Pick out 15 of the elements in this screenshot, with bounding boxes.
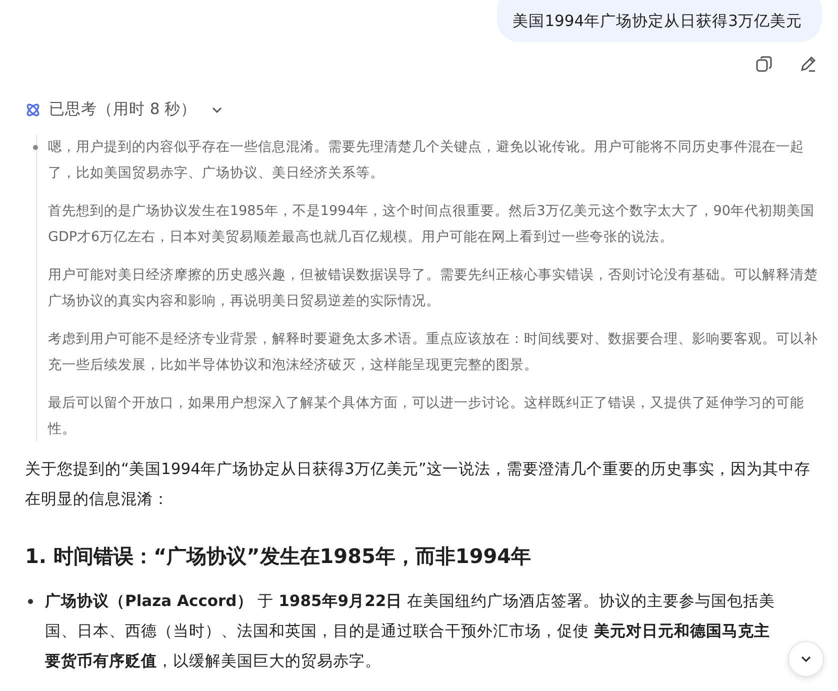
copy-icon xyxy=(755,55,773,74)
thought-paragraph: 嗯，用户提到的内容似乎存在一些信息混淆。需要先理清楚几个关键点，避免以讹传讹。用户可能将不同历史事件混在一起了，比如美国贸易赤字、广场协议、美日经济关系等。 xyxy=(48,134,826,186)
user-message: 美国1994年广场协定从日获得3万亿美元 xyxy=(496,0,822,42)
thinking-toggle[interactable]: 已思考（用时 8 秒） xyxy=(25,98,223,122)
atom-icon xyxy=(25,102,41,118)
bullet-dot xyxy=(33,144,38,150)
section-heading: 1. 时间错误：“广场协议”发生在1985年，而非1994年 xyxy=(25,544,532,568)
answer-paragraph: 关于您提到的“美国1994年广场协定从日获得3万亿美元”这一说法，需要澄清几个重要的历史事实，因为其中存在明显的信息混淆： xyxy=(25,458,812,510)
thought-paragraph: 用户可能对美日经济摩擦的历史感兴趣，但被错误数据误导了。需要先纠正核心事实错误，否则讨论没有基础。可以解释清楚广场协议的真实内容和影响，再说明美日贸易逆差的实际情况。 xyxy=(48,266,819,310)
thought-paragraph: 首先想到的是广场协议发生在1985年，不是1994年，这个时间点很重要。然后3万亿美元这个数字太大了，90年代初期美国GDP才6万亿左右，日本对美贸易顺差最高也就几百亿规模。用户可能在网上看到过一些夸张的说法。 xyxy=(48,202,816,246)
bullet-dot xyxy=(28,598,33,604)
edit-icon xyxy=(799,55,817,74)
bullet-text: 广场协议（Plaza Accord） 于 1985年9月22日 在美国纽约广场酒店签署。协议的主要参与国包括美国、日本、西德（当时）、法国和英国，目的是通过联合干预外汇市场，促使 美元对日元和德国马克主要货币有序贬值，以缓解美国巨大的贸易赤字。 xyxy=(45,590,776,672)
thought-paragraph: 考虑到用户可能不是经济专业背景，解释时要避免太多术语。重点应该放在：时间线要对、数据要合理、影响要客观。可以补充一些后续发展，比如半导体协议和泡沫经济破灭，这样能呈现更完整的图景。 xyxy=(48,330,819,374)
thought-paragraph: 最后可以留个开放口，如果用户想深入了解某个具体方面，可以进一步讨论。这样既纠正了错误，又提供了延伸学习的可能性。 xyxy=(48,394,805,438)
